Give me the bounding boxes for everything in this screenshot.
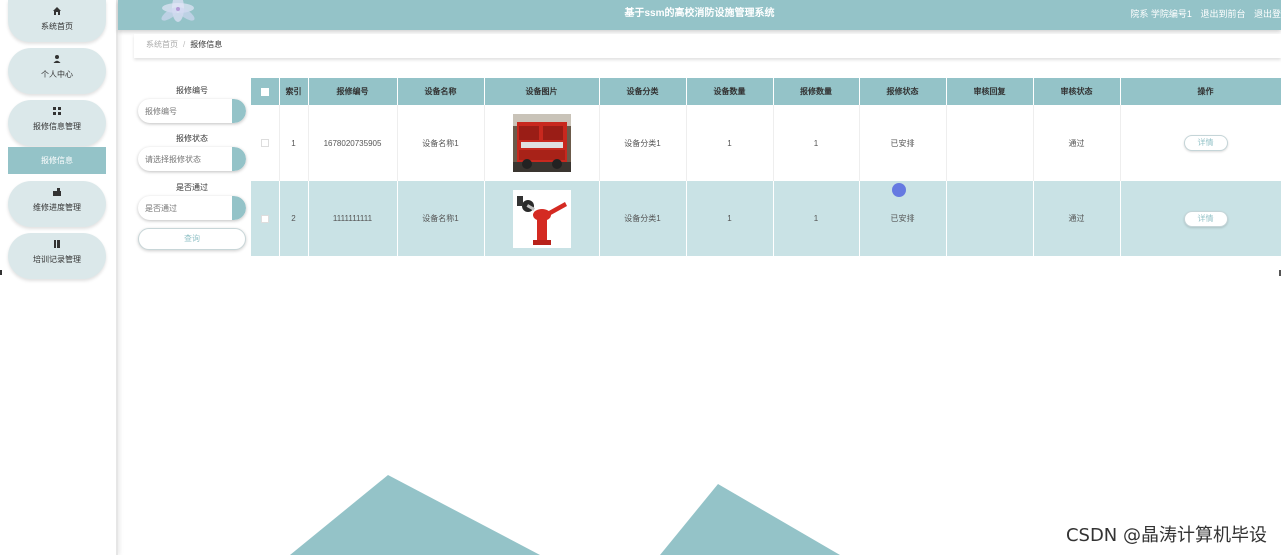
logout-frontend-link[interactable]: 退出到前台	[1200, 9, 1245, 19]
header-user-area: 院系 学院编号1 退出到前台 退出登	[1124, 0, 1281, 28]
device-image-cell	[484, 181, 600, 256]
reply-cell	[946, 181, 1034, 256]
logout-link[interactable]: 退出登	[1254, 9, 1281, 19]
row-select-cell[interactable]	[251, 181, 280, 256]
device-name-cell: 设备名称1	[397, 181, 485, 256]
mouse-cursor-highlight	[892, 183, 906, 197]
breadcrumb-separator: /	[183, 40, 186, 49]
menu-item-profile[interactable]: 个人中心	[8, 48, 106, 94]
row-checkbox[interactable]	[260, 214, 269, 223]
triangle-decoration-left	[290, 475, 540, 555]
triangle-decoration-right	[660, 484, 840, 555]
repair-no-cell: 1678020735905	[308, 105, 398, 181]
device-name-cell: 设备名称1	[397, 105, 485, 181]
passed-label: 是否通过	[176, 183, 208, 192]
field-accent-tab	[232, 99, 246, 123]
reply-cell	[946, 105, 1034, 181]
repair-no-cell: 1111111111	[308, 181, 398, 256]
index-cell: 1	[279, 105, 309, 181]
repair-no-label: 报修编号	[176, 86, 208, 95]
top-header: 基于ssm的高校消防设施管理系统 院系 学院编号1 退出到前台 退出登	[118, 0, 1281, 30]
column-header: 报修状态	[859, 78, 947, 105]
repair-status-select[interactable]	[138, 147, 246, 171]
row-checkbox[interactable]	[260, 139, 269, 148]
column-header: 设备名称	[397, 78, 485, 105]
menu-item-home[interactable]: 系统首页	[8, 0, 106, 42]
column-header: 操作	[1120, 78, 1281, 105]
select-all-cell[interactable]	[251, 78, 280, 105]
menu-item-repair-info[interactable]: 报修信息管理	[8, 100, 106, 146]
column-header: 设备数量	[686, 78, 774, 105]
menu-label-progress: 维修进度管理	[33, 203, 81, 212]
device-qty-cell: 1	[686, 181, 774, 256]
menu-label-training: 培训记录管理	[33, 255, 81, 264]
column-header: 报修数量	[773, 78, 860, 105]
menu-item-progress[interactable]: 维修进度管理	[8, 181, 106, 227]
passed-select[interactable]	[138, 196, 246, 220]
repair-status-cell: 已安排	[859, 105, 947, 181]
sidebar: 系统首页 个人中心 报修信息管理 报修信息 维修进度管理 培训记录管理	[0, 0, 118, 555]
watermark: CSDN @晶涛计算机毕设	[1065, 525, 1267, 546]
page-title: 基于ssm的高校消防设施管理系统	[624, 8, 775, 19]
column-header: 索引	[279, 78, 309, 105]
breadcrumb-current: 报修信息	[190, 40, 223, 49]
device-image-cell	[484, 105, 600, 181]
row-select-cell[interactable]	[251, 105, 280, 181]
passed-input[interactable]	[138, 196, 234, 220]
scroll-edge-mark	[0, 270, 2, 275]
column-header: 报修编号	[308, 78, 398, 105]
index-cell: 2	[279, 181, 309, 256]
action-cell: 详情	[1120, 181, 1281, 256]
column-header: 设备图片	[484, 78, 600, 105]
device-qty-cell: 1	[686, 105, 774, 181]
menu-item-training[interactable]: 培训记录管理	[8, 233, 106, 279]
column-header: 设备分类	[599, 78, 687, 105]
audit-status-cell: 通过	[1033, 105, 1121, 181]
detail-button[interactable]: 详情	[1183, 135, 1228, 151]
menu-label-home: 系统首页	[41, 22, 73, 31]
audit-status-cell: 通过	[1033, 181, 1121, 256]
home-icon	[51, 6, 63, 18]
column-header: 审核回复	[946, 78, 1034, 105]
menu-label-repair-info: 报修信息管理	[33, 122, 81, 131]
table-row[interactable]: 1 1678020735905 设备名称1 设备分类1 1 1 已安排 通过 详…	[251, 105, 1281, 181]
field-accent-tab	[232, 147, 246, 171]
action-cell: 详情	[1120, 105, 1281, 181]
field-accent-tab	[232, 196, 246, 220]
user-info: 院系 学院编号1	[1130, 9, 1192, 19]
select-all-checkbox[interactable]	[260, 87, 269, 96]
breadcrumb: 系统首页 / 报修信息	[134, 34, 1281, 58]
repair-table: 索引 报修编号 设备名称 设备图片 设备分类 设备数量 报修数量 报修状态 审核…	[251, 78, 1281, 256]
repair-no-field[interactable]	[138, 99, 246, 123]
repair-no-input[interactable]	[138, 99, 234, 123]
submenu-item-repair-info[interactable]: 报修信息	[8, 147, 106, 174]
fire-truck-image[interactable]	[512, 114, 571, 172]
repair-status-label: 报修状态	[176, 134, 208, 143]
table-row[interactable]: 2 1111111111 设备名称1 设备分类1 1 1 已安排 通过 详情	[251, 181, 1281, 256]
category-cell: 设备分类1	[599, 181, 687, 256]
grid-icon	[51, 106, 63, 118]
detail-button[interactable]: 详情	[1183, 210, 1228, 227]
user-icon	[51, 54, 63, 66]
repair-qty-cell: 1	[773, 105, 860, 181]
repair-qty-cell: 1	[773, 181, 860, 256]
repair-status-input[interactable]	[138, 147, 234, 171]
table-header-row: 索引 报修编号 设备名称 设备图片 设备分类 设备数量 报修数量 报修状态 审核…	[251, 78, 1281, 105]
category-cell: 设备分类1	[599, 105, 687, 181]
fire-monitor-image[interactable]	[512, 189, 571, 248]
query-button[interactable]: 查询	[138, 228, 246, 250]
menu-label-profile: 个人中心	[41, 70, 73, 79]
progress-icon	[51, 187, 63, 199]
breadcrumb-home[interactable]: 系统首页	[146, 40, 178, 49]
book-icon	[51, 239, 63, 251]
column-header: 审核状态	[1033, 78, 1121, 105]
